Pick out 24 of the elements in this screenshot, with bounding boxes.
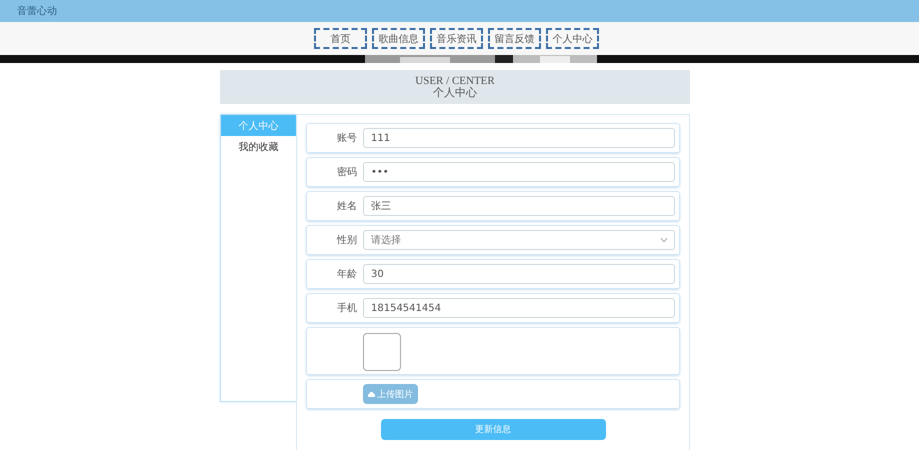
field-label: 姓名	[336, 200, 357, 213]
input-field[interactable]: 30	[363, 264, 675, 284]
select-field[interactable]: 请选择	[363, 230, 675, 250]
password-field[interactable]: •••	[363, 162, 675, 182]
input-field[interactable]: 18154541454	[363, 298, 675, 318]
field-label: 密码	[336, 166, 357, 179]
site-title: 音蕾心动	[17, 4, 57, 18]
heading-title: USER / CENTER	[415, 74, 495, 86]
field-label: 性别	[336, 234, 357, 247]
broken-image-icon	[363, 333, 401, 371]
nav-tab[interactable]: 个人中心	[546, 28, 599, 49]
nav-tab[interactable]: 首页	[314, 28, 367, 49]
sidebar-item[interactable]: 我的收藏	[221, 136, 296, 157]
caret-icon	[661, 238, 667, 242]
nav-tab[interactable]: 歌曲信息	[372, 28, 425, 49]
field-label: 手机	[336, 302, 357, 315]
nav-tab[interactable]: 留言反馈	[488, 28, 541, 49]
input-field[interactable]: 张三	[363, 196, 675, 216]
cloud-icon	[368, 391, 375, 397]
field-label: 账号	[336, 132, 357, 145]
input-field[interactable]: 111	[363, 128, 675, 148]
nav-tab[interactable]: 音乐资讯	[430, 28, 483, 49]
heading-subtitle: 个人中心	[433, 86, 477, 100]
field-label: 年龄	[336, 268, 357, 281]
